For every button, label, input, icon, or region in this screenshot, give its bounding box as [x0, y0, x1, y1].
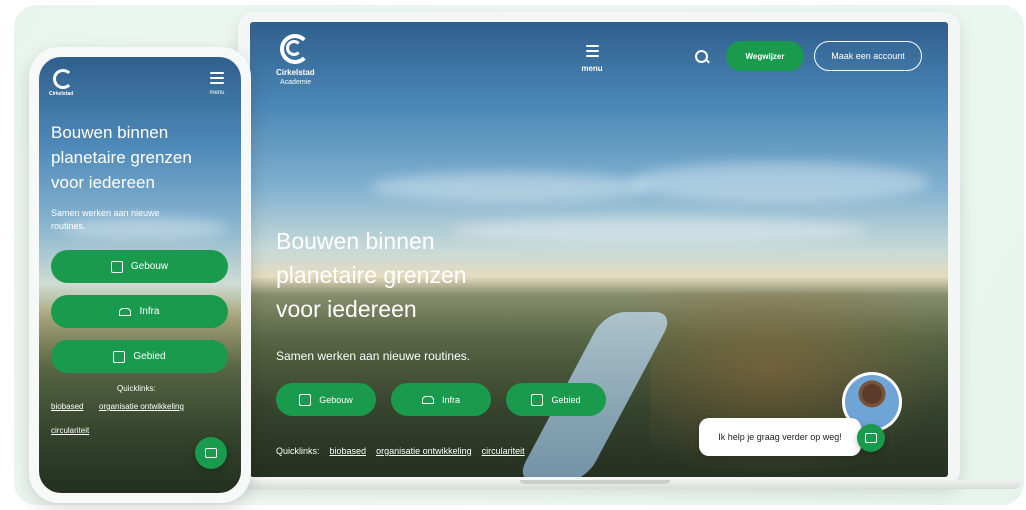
map-icon	[113, 350, 126, 363]
search-icon[interactable]	[695, 50, 710, 64]
logo[interactable]: Cirkelstad Academie	[272, 34, 332, 94]
chat-icon	[865, 433, 877, 443]
logo-subtitle: Academie	[280, 79, 312, 86]
mobile-gebouw-label: Gebouw	[130, 261, 169, 272]
cloud	[450, 217, 870, 243]
infra-label: Infra	[441, 394, 460, 405]
menu-button[interactable]: menu	[572, 44, 612, 73]
hero-title-line-3: voor iedereen	[276, 296, 417, 322]
quicklink-biobased[interactable]: biobased	[330, 446, 367, 456]
mobile-hero-title-line-2: planetaire grenzen	[51, 148, 192, 167]
laptop-notch	[520, 480, 670, 484]
mobile-menu-label: menu	[209, 90, 225, 96]
hamburger-icon	[210, 72, 224, 84]
mobile-hero-title-line-3: voor iedereen	[51, 173, 155, 192]
mobile-menu-button[interactable]: menu	[203, 71, 231, 96]
mobile-infra-button[interactable]: Infra	[51, 295, 228, 328]
hero-subtitle: Samen werken aan nieuwe routines.	[276, 349, 471, 363]
mobile-hero-title-line-1: Bouwen binnen	[51, 123, 169, 142]
quicklink-organisatie-ontwikkeling[interactable]: organisatie ontwikkeling	[376, 446, 472, 456]
chat-bubble[interactable]: Ik help je graag verder op weg!	[699, 418, 861, 456]
logo-mark-icon	[286, 40, 302, 56]
building-icon	[299, 393, 312, 406]
mobile-logo[interactable]: Cirkelstad	[49, 69, 89, 109]
menu-label: menu	[581, 64, 603, 73]
gebied-label: Gebied	[551, 394, 581, 405]
infra-button[interactable]: Infra	[391, 383, 491, 416]
map-icon	[531, 393, 544, 406]
quicklinks: Quicklinks: biobased organisatie ontwikk…	[276, 446, 525, 456]
gebouw-label: Gebouw	[319, 394, 353, 405]
mobile-logo-name: Cirkelstad	[49, 91, 74, 97]
quicklinks-label: Quicklinks:	[276, 446, 320, 456]
hero-title-line-1: Bouwen binnen	[276, 228, 435, 254]
mobile-gebied-label: Gebied	[133, 351, 166, 362]
mobile-chat-button[interactable]	[195, 437, 227, 469]
mobile-infra-label: Infra	[139, 306, 160, 317]
mobile-quicklink-circulariteit[interactable]: circulariteit	[51, 426, 89, 435]
laptop-screen: Cirkelstad Academie menu Wegwijzer Maak …	[250, 22, 948, 477]
mobile-hero-subtitle-line-1: Samen werken aan nieuwe	[51, 208, 160, 218]
phone-screen: Cirkelstad menu Bouwen binnen planetaire…	[39, 57, 241, 493]
gebied-button[interactable]: Gebied	[506, 383, 606, 416]
hamburger-icon	[585, 45, 599, 57]
wegwijzer-button[interactable]: Wegwijzer	[726, 41, 804, 71]
logo-name: Cirkelstad	[276, 68, 315, 77]
create-account-button[interactable]: Maak een account	[814, 41, 922, 71]
cloud	[370, 172, 650, 202]
building-icon	[110, 260, 123, 273]
bridge-icon	[119, 307, 132, 316]
quicklink-circulariteit[interactable]: circulariteit	[482, 446, 525, 456]
cloud	[630, 162, 930, 202]
mobile-quicklinks-label: Quicklinks:	[117, 384, 156, 393]
gebouw-button[interactable]: Gebouw	[276, 383, 376, 416]
mobile-quicklink-organisatie-ontwikkeling[interactable]: organisatie ontwikkeling	[99, 402, 184, 411]
logo-mark-icon	[53, 69, 73, 89]
chat-button[interactable]	[857, 424, 885, 452]
mobile-gebied-button[interactable]: Gebied	[51, 340, 228, 373]
hero-title-line-2: planetaire grenzen	[276, 262, 467, 288]
mobile-hero-subtitle-line-2: routines.	[51, 221, 86, 231]
mobile-quicklink-biobased[interactable]: biobased	[51, 402, 83, 411]
chat-icon	[205, 448, 217, 458]
bridge-icon	[421, 395, 434, 404]
mobile-gebouw-button[interactable]: Gebouw	[51, 250, 228, 283]
